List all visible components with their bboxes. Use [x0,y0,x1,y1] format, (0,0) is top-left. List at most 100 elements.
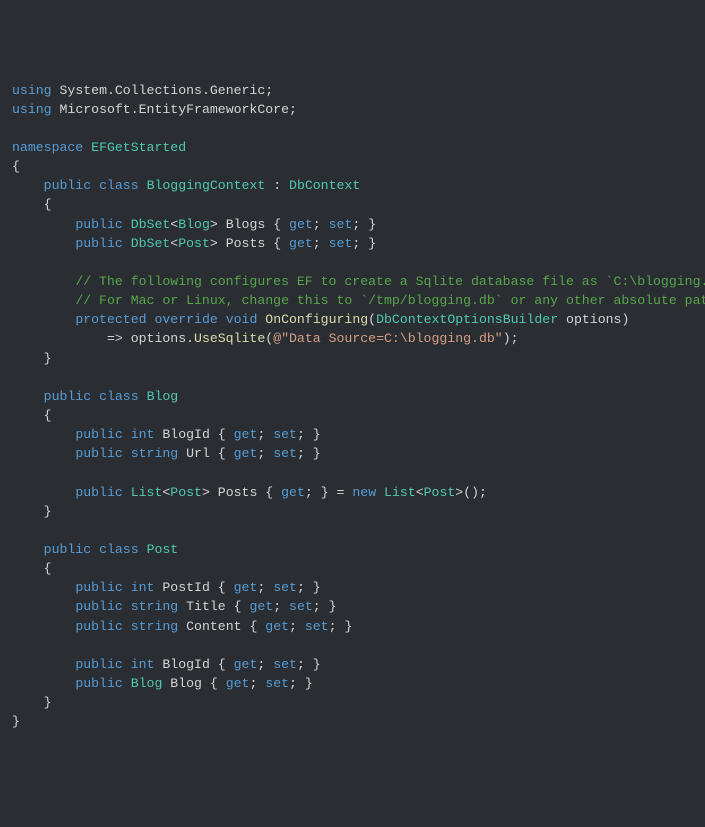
namespace-name: EFGetStarted [91,140,186,155]
parens: (); [463,485,487,500]
property-name: Content [186,619,241,634]
generic-type: Blog [178,217,210,232]
accessor-set: set [329,236,353,251]
semi: ; [289,619,305,634]
brace-open: { [265,236,289,251]
keyword-class: class [99,178,139,193]
brace-close: } [313,446,321,461]
type-string: string [131,446,178,461]
semi: ; [313,599,329,614]
brace: } [12,714,20,729]
brace: } [12,351,52,366]
code-line: protected override void OnConfiguring(Db… [12,312,629,327]
keyword-new: new [352,485,376,500]
brace-close: } [329,599,337,614]
accessor-get: get [226,676,250,691]
semi: ; [273,599,289,614]
class-name: Post [147,542,179,557]
semicolon: ; [265,83,273,98]
semi: ; [297,657,313,672]
property-name: Url [186,446,210,461]
accessor-set: set [273,657,297,672]
brace-close: } [344,619,352,634]
modifier-public: public [75,427,122,442]
semi: ; [297,427,313,442]
code-line: public class Post [12,542,178,557]
keyword-using: using [12,83,52,98]
semi: ; [257,657,273,672]
brace-open: { [210,446,234,461]
brace-close: } [313,427,321,442]
code-line: // For Mac or Linux, change this to `/tm… [12,293,705,308]
semi: ; [257,446,273,461]
semi: ; [297,446,313,461]
semi: ; [313,236,329,251]
accessor-set: set [329,217,353,232]
semi: ; [313,217,329,232]
class-name: Blog [147,389,179,404]
return-type: void [226,312,258,327]
code-line: using Microsoft.EntityFrameworkCore; [12,102,297,117]
semi: ; [329,619,345,634]
accessor-get: get [249,599,273,614]
modifier-override: override [154,312,217,327]
code-line: // The following configures EF to create… [12,274,705,289]
brace: { [12,408,52,423]
type-dbset: DbSet [131,217,171,232]
brace-open: { [210,657,234,672]
accessor-set: set [273,446,297,461]
brace-open: { [265,217,289,232]
namespace-ref: Microsoft.EntityFrameworkCore [60,102,290,117]
semi: ; [352,217,368,232]
modifier-public: public [75,657,122,672]
semi: ; [305,485,321,500]
accessor-set: set [305,619,329,634]
type-int: int [131,657,155,672]
brace: } [12,695,52,710]
code-line: public int BlogId { get; set; } [12,427,321,442]
code-line: public class BloggingContext : DbContext [12,178,360,193]
generic-type: Post [170,485,202,500]
brace: { [12,561,52,576]
property-name: Blogs [226,217,266,232]
paren-open: ( [368,312,376,327]
modifier-public: public [75,236,122,251]
accessor-set: set [265,676,289,691]
property-name: PostId [162,580,209,595]
type-dbset: DbSet [131,236,171,251]
accessor-get: get [289,217,313,232]
semi: ; [257,580,273,595]
modifier-public: public [75,217,122,232]
property-name: Title [186,599,226,614]
accessor-get: get [289,236,313,251]
code-line: => options.UseSqlite(@"Data Source=C:\bl… [12,331,519,346]
brace-open: { [202,676,226,691]
code-line: public string Content { get; set; } [12,619,352,634]
comment: // The following configures EF to create… [75,274,705,289]
keyword-using: using [12,102,52,117]
brace-open: { [257,485,281,500]
brace: } [12,504,52,519]
accessor-get: get [281,485,305,500]
keyword-class: class [99,542,139,557]
type-string: string [131,619,178,634]
brace-open: { [210,427,234,442]
property-name: Posts [218,485,258,500]
modifier-public: public [75,599,122,614]
brace-close: } [321,485,329,500]
code-line: public DbSet<Post> Posts { get; set; } [12,236,376,251]
brace: { [12,197,52,212]
property-name: Blog [170,676,202,691]
brace-open: { [242,619,266,634]
code-line: public int PostId { get; set; } [12,580,321,595]
equals: = [329,485,353,500]
code-line: namespace EFGetStarted [12,140,186,155]
base-type: DbContext [289,178,360,193]
class-name: BloggingContext [147,178,266,193]
comment: // For Mac or Linux, change this to `/tm… [75,293,705,308]
angle-close: > [202,485,210,500]
property-name: BlogId [162,427,209,442]
semicolon: ; [289,102,297,117]
angle-close: > [455,485,463,500]
modifier-protected: protected [75,312,146,327]
